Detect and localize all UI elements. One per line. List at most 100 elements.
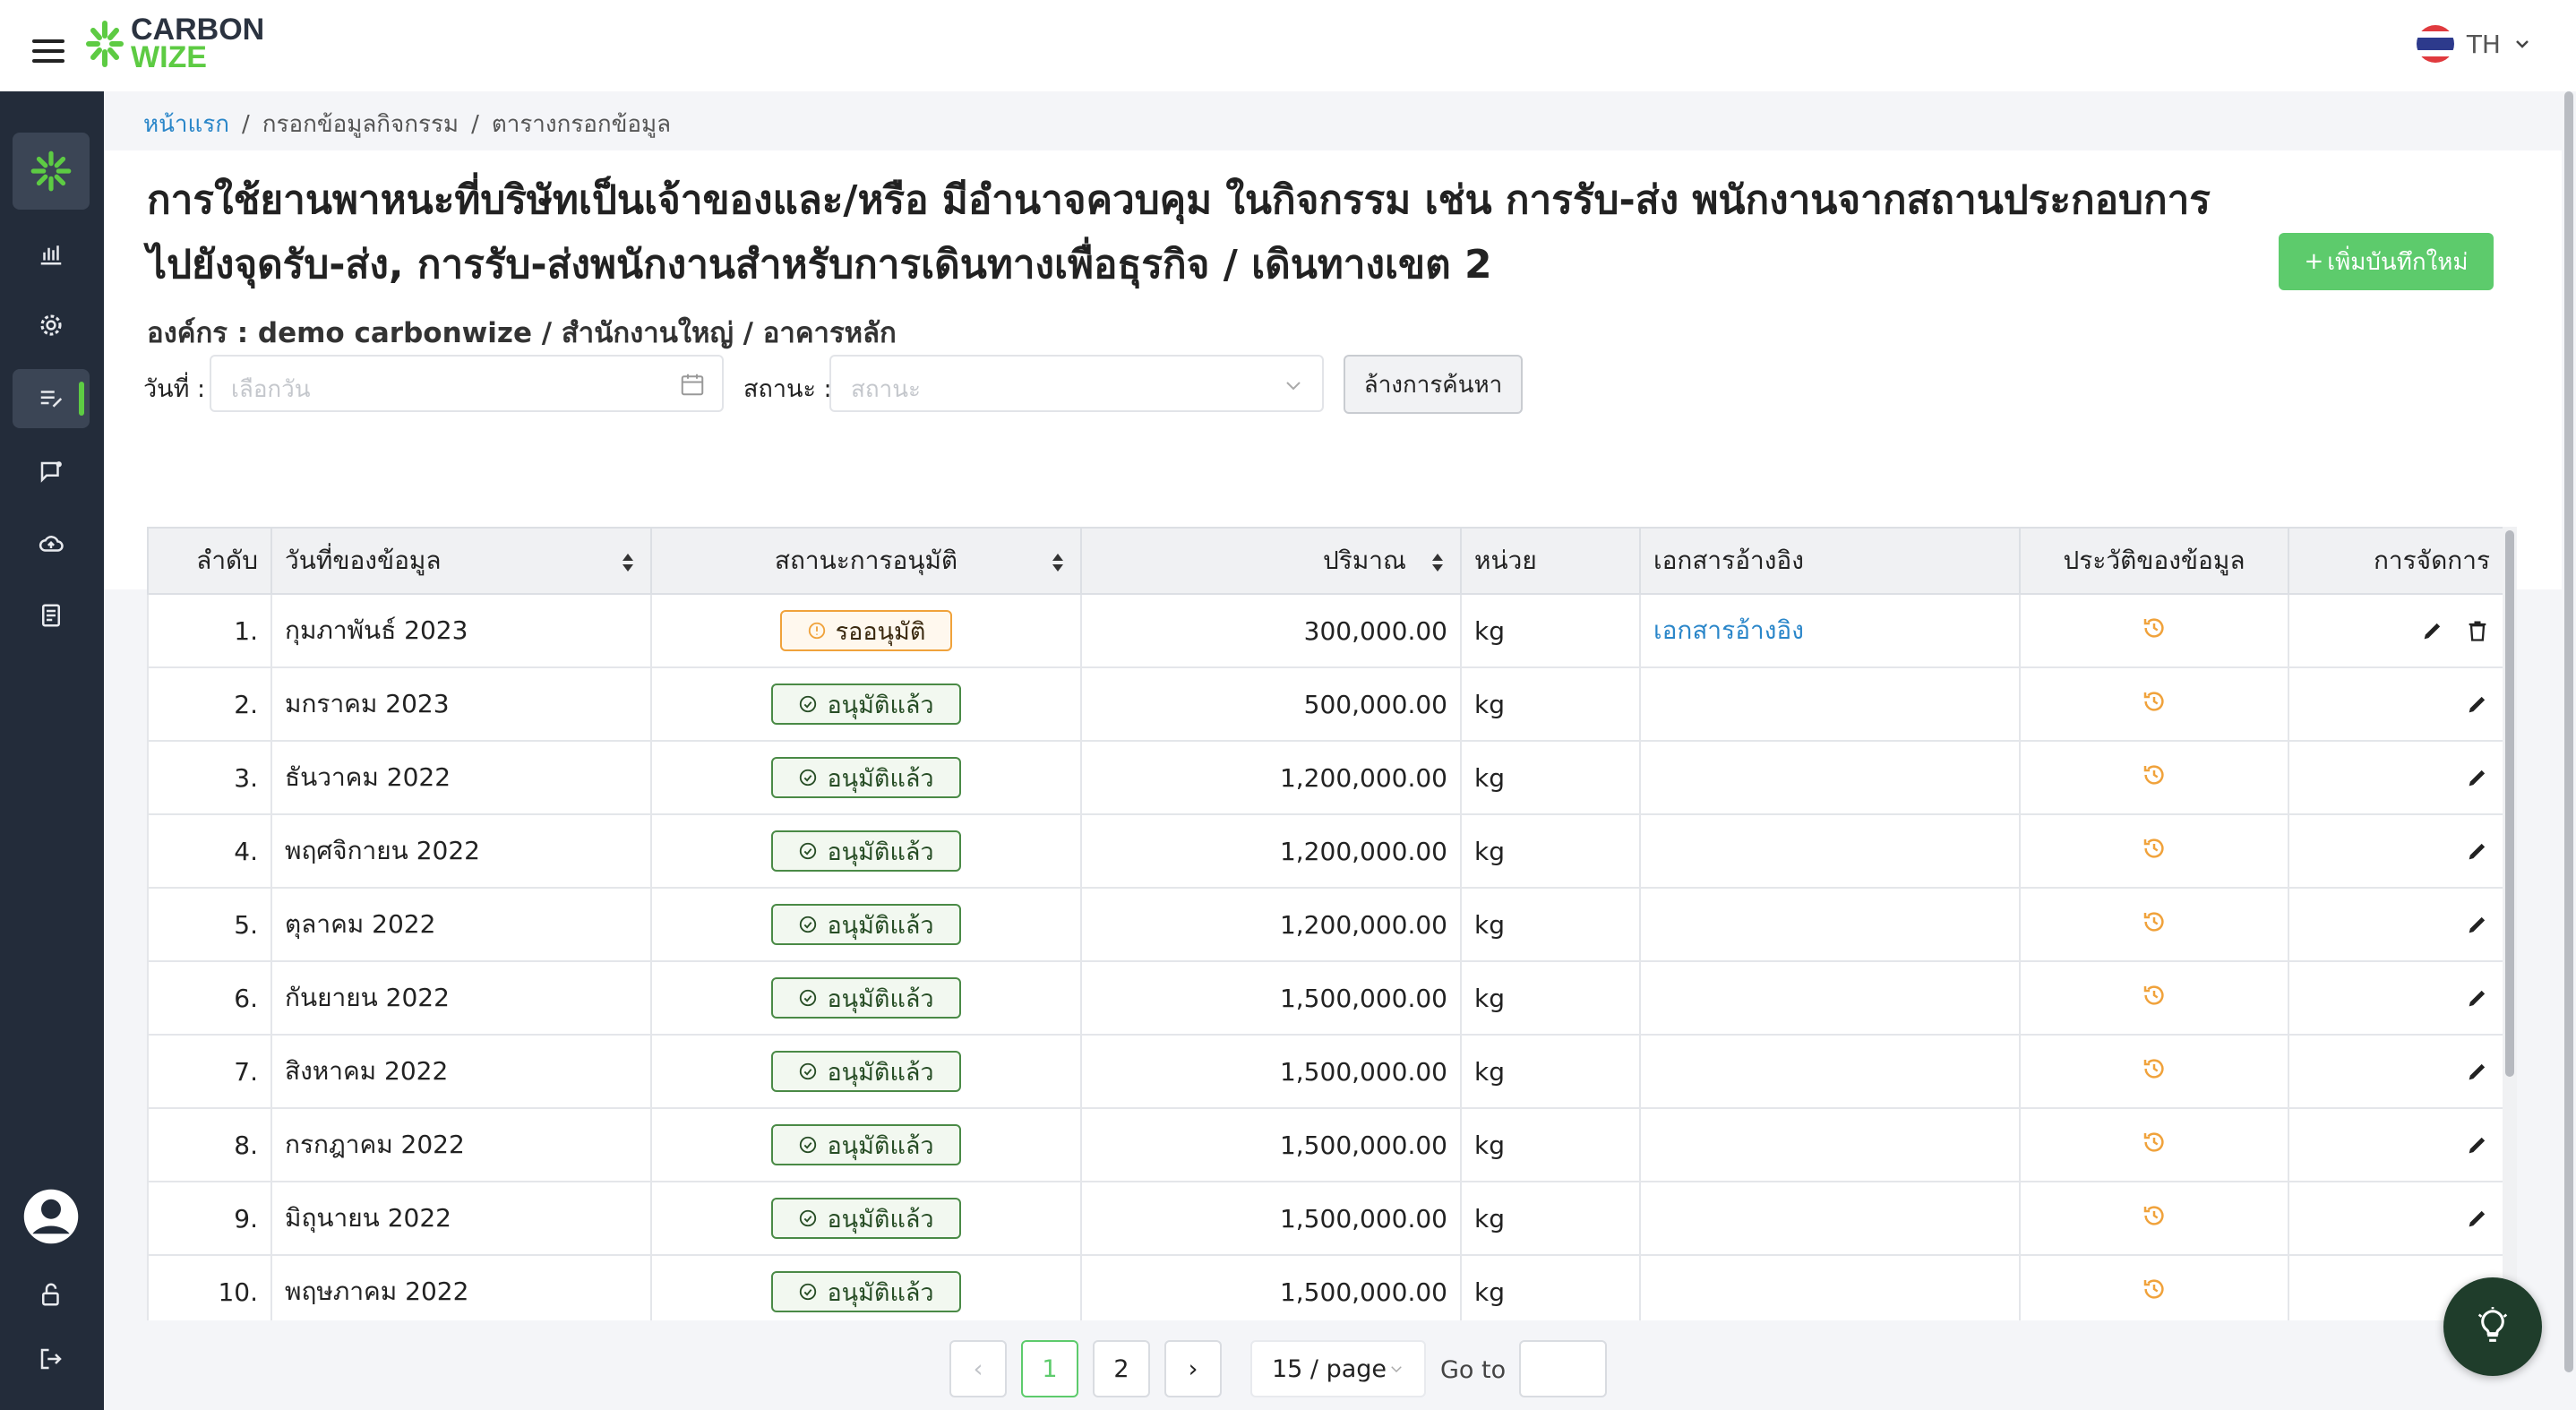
sidebar-item-reports[interactable] <box>13 586 90 645</box>
chevron-down-icon <box>2516 40 2529 48</box>
cell-history[interactable] <box>2019 960 2289 1036</box>
pagination-prev-button[interactable]: ‹ <box>949 1340 1007 1397</box>
status-badge: อนุมัติแล้ว <box>771 904 961 945</box>
cell-reference <box>1639 666 2021 742</box>
cell-history[interactable] <box>2019 813 2289 889</box>
cell-actions <box>2288 887 2503 962</box>
edit-icon[interactable] <box>2465 1132 2490 1157</box>
sidebar-item-dashboard[interactable] <box>13 224 90 283</box>
cell-date: กันยายน 2022 <box>270 960 652 1036</box>
sidebar-item-cloud[interactable] <box>13 514 90 573</box>
table-scrollbar-thumb[interactable] <box>2505 530 2514 1077</box>
row-actions <box>2302 1132 2490 1157</box>
edit-icon[interactable] <box>2465 985 2490 1010</box>
cell-actions <box>2288 740 2503 815</box>
edit-icon[interactable] <box>2420 618 2445 643</box>
cell-status: อนุมัติแล้ว <box>650 813 1082 889</box>
breadcrumb-home[interactable]: หน้าแรก <box>143 111 229 138</box>
breadcrumb-current: ตารางกรอกข้อมูล <box>491 111 672 138</box>
cell-history[interactable] <box>2019 887 2289 962</box>
sidebar-item-lock[interactable] <box>13 1265 90 1324</box>
status-badge-label: อนุมัติแล้ว <box>827 764 934 793</box>
check-circle-icon <box>800 769 817 787</box>
calendar-icon <box>681 374 704 396</box>
status-badge-label: อนุมัติแล้ว <box>827 1131 934 1160</box>
page-scrollbar-thumb[interactable] <box>2564 91 2573 1372</box>
sort-icon[interactable] <box>1052 552 1064 573</box>
trash-icon[interactable] <box>2465 618 2490 643</box>
menu-icon[interactable] <box>32 39 64 63</box>
cell-history[interactable] <box>2019 1107 2289 1182</box>
cell-index: 7. <box>147 1034 272 1109</box>
cell-date: มกราคม 2023 <box>270 666 652 742</box>
reference-link[interactable]: เอกสารอ้างอิง <box>1653 615 1804 645</box>
top-bar: CARBON WIZE TH <box>0 0 2576 91</box>
language-code: TH <box>2466 29 2501 59</box>
column-header-amount[interactable]: ปริมาณ <box>1080 527 1462 595</box>
cell-unit: kg <box>1460 887 1641 962</box>
column-header-status-label: สถานะการอนุมัติ <box>774 546 958 575</box>
sort-icon[interactable] <box>1431 552 1444 573</box>
breadcrumb: หน้าแรก / กรอกข้อมูลกิจกรรม / ตารางกรอกข้อมู… <box>143 106 671 142</box>
language-selector[interactable]: TH <box>2416 25 2531 63</box>
history-icon <box>2143 1131 2164 1152</box>
status-badge: อนุมัติแล้ว <box>771 1124 961 1165</box>
sidebar-user-avatar[interactable] <box>13 1181 90 1252</box>
clear-search-button[interactable]: ล้างการค้นหา <box>1344 355 1523 414</box>
cell-amount: 1,500,000.00 <box>1080 1107 1462 1182</box>
edit-icon[interactable] <box>2465 912 2490 937</box>
status-filter-select[interactable]: สถานะ <box>829 355 1324 412</box>
cell-status: อนุมัติแล้ว <box>650 960 1082 1036</box>
cell-history[interactable] <box>2019 1254 2289 1320</box>
cell-history[interactable] <box>2019 666 2289 742</box>
cell-status: อนุมัติแล้ว <box>650 740 1082 815</box>
goto-page-input[interactable] <box>1519 1340 1607 1397</box>
cell-reference <box>1639 813 2021 889</box>
help-button[interactable] <box>2443 1277 2542 1376</box>
cell-history[interactable] <box>2019 740 2289 815</box>
date-filter-input[interactable]: เลือกวัน <box>210 355 724 412</box>
cell-date: กุมภาพันธ์ 2023 <box>270 593 652 668</box>
logo[interactable]: CARBON WIZE <box>82 13 264 75</box>
edit-icon[interactable] <box>2465 765 2490 790</box>
logo-text: CARBON WIZE <box>131 14 264 73</box>
sort-icon[interactable] <box>622 552 634 573</box>
edit-icon[interactable] <box>2465 692 2490 717</box>
page-scrollbar[interactable] <box>2562 91 2576 1410</box>
cell-date: ตุลาคม 2022 <box>270 887 652 962</box>
edit-icon[interactable] <box>2465 1059 2490 1084</box>
add-record-button[interactable]: + เพิ่มบันทึกใหม่ <box>2279 233 2494 290</box>
sidebar-item-data-entry[interactable] <box>13 369 90 428</box>
column-header-status[interactable]: สถานะการอนุมัติ <box>650 527 1082 595</box>
cell-actions <box>2288 1107 2503 1182</box>
sidebar-home[interactable] <box>13 133 90 210</box>
logo-mark-icon <box>82 16 127 72</box>
cell-unit: kg <box>1460 740 1641 815</box>
cell-amount: 1,200,000.00 <box>1080 740 1462 815</box>
table-row: 1. กุมภาพันธ์ 2023 รออนุมัติ 300,000.00 kg เอ… <box>147 593 2503 668</box>
table-scrollbar[interactable] <box>2503 527 2517 1320</box>
sidebar-item-logout[interactable] <box>13 1329 90 1389</box>
breadcrumb-activity[interactable]: กรอกข้อมูลกิจกรรม <box>262 111 459 138</box>
pagination-page-2[interactable]: 2 <box>1093 1340 1150 1397</box>
status-badge: อนุมัติแล้ว <box>771 1051 961 1092</box>
pagination-page-1[interactable]: 1 <box>1021 1340 1078 1397</box>
page-size-select[interactable]: 15 / page <box>1250 1340 1426 1397</box>
pagination-next-button[interactable]: › <box>1164 1340 1222 1397</box>
cell-history[interactable] <box>2019 1181 2289 1256</box>
sidebar-item-messages[interactable] <box>13 443 90 502</box>
sidebar-item-settings[interactable] <box>13 296 90 355</box>
row-actions <box>2302 765 2490 790</box>
edit-icon[interactable] <box>2465 1206 2490 1231</box>
document-icon <box>42 604 60 627</box>
cell-reference <box>1639 1181 2021 1256</box>
status-badge: อนุมัติแล้ว <box>771 1271 961 1312</box>
history-icon <box>2143 838 2164 858</box>
table-body: 1. กุมภาพันธ์ 2023 รออนุมัติ 300,000.00 kg เอ… <box>147 593 2503 1320</box>
status-badge-label: อนุมัติแล้ว <box>827 1205 934 1234</box>
cell-history[interactable] <box>2019 1034 2289 1109</box>
cell-history[interactable] <box>2019 593 2289 668</box>
cell-status: อนุมัติแล้ว <box>650 1181 1082 1256</box>
column-header-date[interactable]: วันที่ของข้อมูล <box>270 527 652 595</box>
edit-icon[interactable] <box>2465 838 2490 864</box>
